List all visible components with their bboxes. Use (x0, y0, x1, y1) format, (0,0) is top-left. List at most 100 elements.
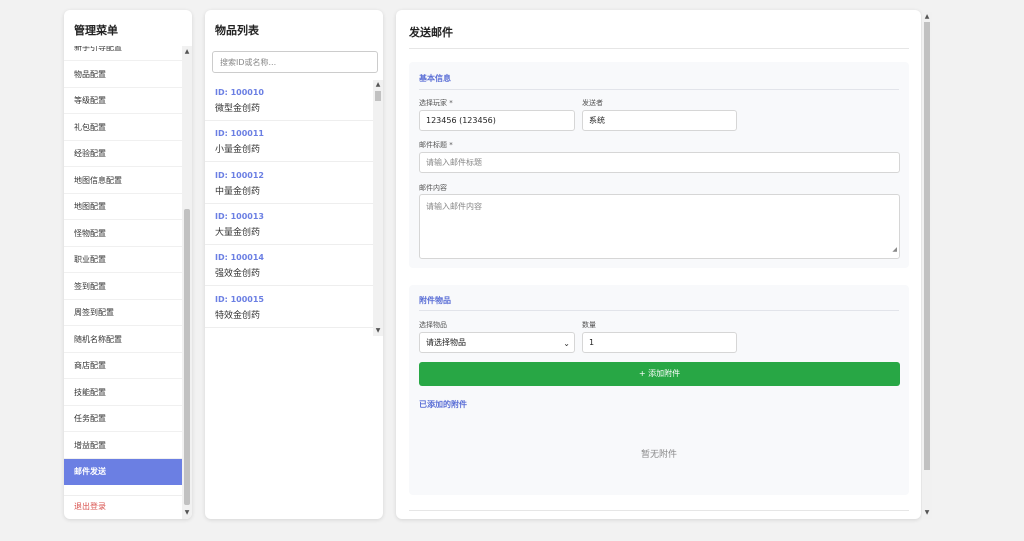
subject-input[interactable]: 请输入邮件标题 (419, 152, 900, 173)
page-scroll-thumb[interactable] (924, 22, 930, 470)
scroll-down-arrow-icon[interactable]: ▼ (922, 509, 932, 517)
sidebar-item[interactable]: 增益配置 (64, 433, 182, 459)
list-item[interactable]: ID: 100014 强效金创药 (205, 245, 373, 287)
sidebar-item[interactable]: 物品配置 (64, 62, 182, 88)
attachments-title: 附件物品 (419, 296, 451, 305)
quantity-input[interactable]: 1 (582, 332, 737, 353)
sidebar-item[interactable]: 等级配置 (64, 88, 182, 114)
sidebar-item[interactable]: 经验配置 (64, 141, 182, 167)
item-id: ID: 100015 (215, 294, 264, 304)
item-id: ID: 100010 (215, 88, 264, 97)
item-name: 大量金创药 (215, 227, 261, 238)
title-divider (409, 48, 909, 49)
sidebar-item[interactable]: 新手引导配置 (64, 46, 182, 61)
content-label: 邮件内容 (419, 184, 447, 192)
sidebar-item[interactable]: 邮件发送 (64, 459, 182, 485)
sidebar-item-label: 地图信息配置 (74, 175, 122, 185)
sidebar-item[interactable]: 签到配置 (64, 274, 182, 300)
sidebar-item-label: 新手引导配置 (74, 46, 122, 52)
sidebar-scroll-thumb[interactable] (184, 209, 190, 505)
list-item[interactable]: ID: 100012 中量金创药 (205, 163, 373, 204)
item-name: 微型金创药 (215, 104, 261, 114)
sidebar-item[interactable]: 任务配置 (64, 406, 182, 432)
list-item[interactable]: ID: 100010 微型金创药 (205, 80, 373, 121)
scroll-up-arrow-icon[interactable]: ▲ (182, 48, 192, 56)
sidebar-item-label: 随机名称配置 (74, 334, 122, 344)
item-select-label: 选择物品 (419, 321, 447, 329)
resize-handle-icon[interactable]: ◢ (892, 244, 897, 256)
sidebar-item-label: 邮件发送 (74, 467, 106, 476)
sidebar-item[interactable]: 地图配置 (64, 194, 182, 220)
item-id: ID: 100013 (215, 211, 264, 221)
mail-form-panel: 发送邮件 基本信息 选择玩家 * 123456 (123456) 发送者 系统 … (396, 10, 921, 519)
sidebar-item-label: 任务配置 (74, 414, 106, 423)
sidebar-item-label: 经验配置 (74, 149, 106, 158)
item-id: ID: 100012 (215, 170, 264, 180)
content-placeholder: 请输入邮件内容 (426, 202, 482, 211)
subject-label: 邮件标题 * (419, 141, 453, 149)
item-name: 小量金创药 (215, 145, 261, 156)
sidebar-item-label: 怪物配置 (74, 228, 106, 238)
sidebar-scrollbar[interactable]: ▲ ▼ (182, 46, 192, 519)
add-attachment-button[interactable]: + 添加附件 (419, 362, 900, 386)
bottom-divider (409, 510, 909, 511)
sidebar-item[interactable]: 地图信息配置 (64, 168, 182, 194)
content-textarea[interactable]: 请输入邮件内容 ◢ (419, 194, 900, 259)
sidebar-panel: 管理菜单 新手引导配置物品配置等级配置礼包配置经验配置地图信息配置 地图配置怪物配… (64, 10, 192, 519)
item-search-input[interactable] (212, 51, 378, 73)
sidebar-item-label: 地图配置 (74, 202, 106, 211)
sidebar-divider (64, 495, 182, 496)
sidebar-item-label: 技能配置 (74, 387, 106, 397)
item-select[interactable]: 请选择物品 ⌄ (419, 332, 575, 353)
player-label: 选择玩家 * (419, 99, 453, 107)
sender-label: 发送者 (582, 99, 603, 107)
basic-info-title: 基本信息 (419, 74, 451, 83)
sidebar-item-label: 周签到配置 (74, 308, 114, 317)
sidebar-item-label: 增益配置 (74, 440, 106, 450)
empty-attachments-text: 暂无附件 (640, 450, 677, 460)
item-name: 强效金创药 (215, 269, 261, 280)
item-list-scroll-thumb[interactable] (375, 91, 381, 101)
page-scrollbar[interactable]: ▲ ▼ (922, 12, 932, 519)
sidebar-item[interactable]: 职业配置 (64, 247, 182, 273)
sidebar-item-label: 职业配置 (74, 255, 106, 264)
sidebar-item-label: 签到配置 (74, 281, 106, 291)
page-title: 发送邮件 (409, 26, 453, 39)
scroll-down-arrow-icon[interactable]: ▼ (373, 327, 383, 335)
sidebar-item[interactable]: 技能配置 (64, 380, 182, 406)
sidebar-title: 管理菜单 (74, 24, 118, 37)
section-divider (419, 310, 899, 311)
item-name: 中量金创药 (215, 186, 261, 197)
item-list-scrollbar[interactable]: ▲ ▼ (373, 80, 383, 336)
added-attachments-title: 已添加的附件 (419, 400, 467, 409)
section-divider (419, 89, 899, 90)
quantity-label: 数量 (582, 321, 596, 329)
basic-info-section: 基本信息 选择玩家 * 123456 (123456) 发送者 系统 邮件标题 … (409, 62, 909, 268)
sidebar-item-label: 礼包配置 (74, 122, 106, 132)
list-item[interactable]: ID: 100015 特效金创药 (205, 287, 373, 328)
player-select[interactable]: 123456 (123456) (419, 110, 575, 131)
sidebar-item[interactable]: 随机名称配置 (64, 327, 182, 353)
logout-link[interactable]: 退出登录 (74, 501, 106, 512)
item-id: ID: 100011 (215, 129, 264, 139)
item-id: ID: 100014 (215, 253, 264, 263)
item-list-title: 物品列表 (215, 24, 259, 37)
sidebar-item[interactable]: 商店配置 (64, 353, 182, 379)
scroll-up-arrow-icon[interactable]: ▲ (373, 81, 383, 89)
sidebar-item[interactable]: 怪物配置 (64, 221, 182, 247)
list-item[interactable]: ID: 100011 小量金创药 (205, 121, 373, 163)
sidebar-item-label: 等级配置 (74, 96, 106, 105)
list-item[interactable]: ID: 100013 大量金创药 (205, 204, 373, 245)
sidebar-item-label: 商店配置 (74, 361, 106, 370)
item-list-panel: 物品列表 ID: 100010微型金创药ID: 100011小量金创药ID: 1… (205, 10, 383, 519)
chevron-down-icon: ⌄ (563, 339, 570, 348)
sender-input[interactable]: 系统 (582, 110, 737, 131)
sidebar-item-label: 物品配置 (74, 69, 106, 79)
sidebar-item[interactable]: 礼包配置 (64, 115, 182, 141)
attachments-section: 附件物品 选择物品 请选择物品 ⌄ 数量 1 + 添加附件 已添加的附件 暂无附… (409, 285, 909, 495)
scroll-up-arrow-icon[interactable]: ▲ (922, 13, 932, 21)
sidebar-menu: 新手引导配置物品配置等级配置礼包配置经验配置地图信息配置 地图配置怪物配置职业配置… (64, 46, 182, 491)
item-list: ID: 100010 微型金创药 ID: 100011 小量金创药 ID: 100012… (205, 80, 373, 336)
sidebar-item[interactable]: 周签到配置 (64, 300, 182, 326)
scroll-down-arrow-icon[interactable]: ▼ (182, 509, 192, 517)
